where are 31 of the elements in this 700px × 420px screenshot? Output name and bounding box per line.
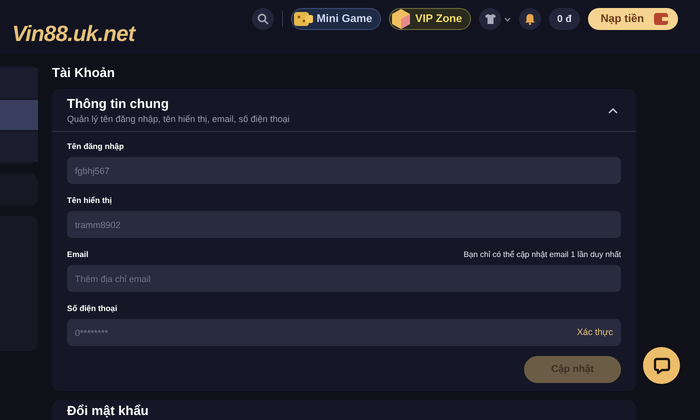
bell-icon [525,14,536,24]
shirt-icon [484,14,496,24]
chat-button[interactable] [643,347,680,384]
field-label: Email [67,250,88,260]
field-label: Tên đăng nhập [67,142,124,152]
search-button[interactable] [252,8,274,30]
cube-icon [390,8,412,30]
vip-zone-button[interactable]: VIP Zone [389,8,472,30]
field-note: Bạn chỉ có thể cập nhật email 1 lần duy nhất [464,250,621,260]
chevron-icon[interactable] [608,108,618,114]
page-title: Tài Khoản [52,65,116,81]
balance-badge: 0 đ [549,8,580,30]
dice-icon [292,9,314,29]
section-subtitle: Quản lý tên đăng nhập, tên hiển thị, email, số điện thoại [67,113,290,126]
site-logo[interactable]: Vin88.uk.net [12,22,135,46]
section-title: Thông tin chung [67,95,170,113]
avatar-dropdown[interactable] [479,8,512,30]
verify-link[interactable]: Xác thực [576,327,613,338]
input-field[interactable]: tramm8902 [67,211,621,238]
chat-icon [652,356,670,374]
search-icon [256,13,269,25]
wallet-icon [654,13,668,25]
notification-button[interactable] [519,8,542,30]
deposit-button[interactable]: Nạp tiền [588,8,678,30]
mini-game-button[interactable]: Mini Game [290,8,382,30]
field-label: Tên hiển thị [67,196,112,206]
section-title: Đổi mật khẩu [67,402,150,420]
input-field[interactable]: fgbhj567 [67,157,621,184]
input-field[interactable]: Thêm địa chỉ email [67,265,621,292]
caret-icon [504,16,512,22]
field-label: Số điện thoại [67,304,118,314]
